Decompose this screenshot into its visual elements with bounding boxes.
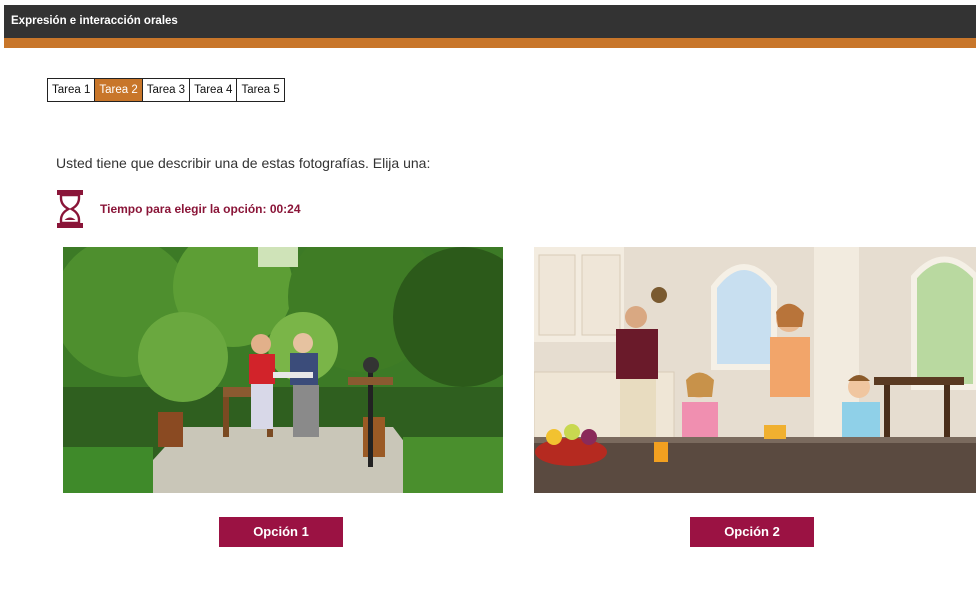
tab-tarea-1[interactable]: Tarea 1 (47, 78, 96, 102)
option-2-button[interactable]: Opción 2 (690, 517, 814, 547)
instruction-text: Usted tiene que describir una de estas f… (56, 155, 431, 171)
tab-tarea-4[interactable]: Tarea 4 (189, 78, 238, 102)
tab-tarea-3[interactable]: Tarea 3 (141, 78, 191, 102)
garden-couple-photo[interactable] (63, 247, 503, 493)
tab-tarea-5[interactable]: Tarea 5 (236, 78, 285, 102)
timer-label: Tiempo para elegir la opción: 00:24 (100, 202, 301, 216)
tab-tarea-2[interactable]: Tarea 2 (94, 78, 143, 102)
task-tabs: Tarea 1 Tarea 2 Tarea 3 Tarea 4 Tarea 5 (47, 78, 285, 102)
accent-bar (4, 38, 976, 48)
option-1-button[interactable]: Opción 1 (219, 517, 343, 547)
timer: Tiempo para elegir la opción: 00:24 (56, 189, 301, 229)
app-header: Expresión e interacción orales (4, 5, 976, 38)
app-title: Expresión e interacción orales (11, 15, 178, 27)
hourglass-icon (56, 189, 84, 229)
kitchen-family-photo[interactable] (534, 247, 976, 493)
